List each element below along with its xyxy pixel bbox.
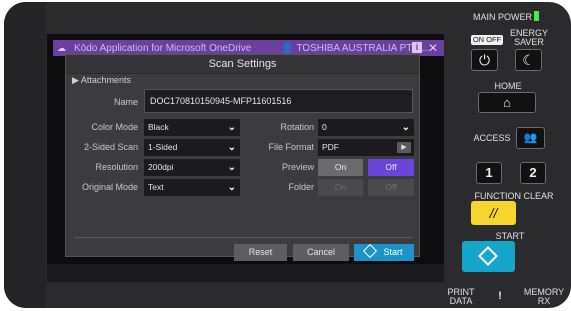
cancel-button[interactable]: Cancel — [293, 244, 349, 261]
left-bezel — [4, 2, 46, 308]
color-mode-select[interactable]: Black ⌄ — [144, 119, 240, 136]
resolution-label: Resolution — [95, 162, 138, 172]
scan-settings-dialog: Scan Settings ▶ Attachments Name DOC1708… — [65, 54, 420, 261]
folder-off-button: Off — [368, 179, 414, 196]
print-data-line2: DATA — [449, 296, 473, 306]
folder-label: Folder — [288, 182, 314, 192]
rotation-select[interactable]: 0 ⌄ — [318, 119, 414, 136]
function-clear-label: FUNCTION CLEAR — [474, 191, 554, 201]
access-button[interactable]: 👥 — [516, 127, 545, 149]
preview-on-button[interactable]: On — [318, 159, 363, 176]
power-led — [534, 11, 539, 21]
resolution-select[interactable]: 200dpi ⌄ — [144, 159, 240, 176]
file-format-label: File Format — [268, 142, 314, 152]
key-2[interactable]: 2 — [520, 162, 546, 184]
chevron-down-icon: ⌄ — [401, 122, 410, 133]
energy-saver-line2: SAVER — [514, 37, 544, 47]
chevron-down-icon: ⌄ — [227, 122, 236, 133]
energy-saver-button[interactable]: ☾ — [515, 49, 542, 71]
start-key-label: START — [495, 231, 525, 241]
clear-slash-icon: // — [489, 205, 498, 221]
print-data-label: PRINT DATA — [443, 288, 479, 306]
original-mode-label: Original Mode — [81, 182, 138, 192]
original-mode-value: Text — [148, 182, 164, 192]
close-button[interactable]: ✕ — [428, 41, 438, 55]
start-button[interactable]: Start — [354, 243, 414, 261]
chevron-down-icon: ⌄ — [227, 162, 236, 173]
user-title: 👤 TOSHIBA AUSTRALIA PTY ... — [281, 43, 430, 54]
cloud-icon: ☁ — [57, 42, 66, 53]
sided-scan-label: 2-Sided Scan — [83, 142, 138, 152]
person-icon: 👤 — [281, 42, 294, 54]
file-format-select[interactable]: PDF ▶ — [318, 139, 414, 156]
function-clear-button[interactable]: // — [471, 201, 516, 225]
power-button[interactable]: ⏻ — [471, 49, 498, 71]
info-button[interactable]: i — [412, 42, 422, 53]
power-icon: ⏻ — [478, 52, 491, 68]
home-button[interactable]: ⌂ — [478, 92, 536, 113]
main-power-label: MAIN POWER — [473, 12, 533, 22]
home-label: HOME — [494, 81, 522, 91]
resolution-value: 200dpi — [148, 162, 174, 172]
on-off-label: ON OFF — [471, 35, 503, 45]
play-icon[interactable]: ▶ — [397, 142, 411, 153]
key-1[interactable]: 1 — [476, 162, 502, 184]
memory-rx-label: MEMORY RX — [522, 288, 566, 306]
attachments-toggle[interactable]: ▶ Attachments — [72, 75, 131, 86]
start-diamond-icon — [363, 243, 378, 259]
touch-screen: ☁ Kōdo Application for Microsoft OneDriv… — [47, 34, 444, 282]
alert-label: ! — [498, 290, 502, 302]
rotation-label: Rotation — [280, 122, 314, 132]
name-label: Name — [113, 97, 138, 107]
chevron-down-icon: ⌄ — [227, 182, 236, 193]
energy-saver-label: ENERGY SAVER — [508, 29, 550, 47]
preview-label: Preview — [281, 162, 314, 172]
start-key[interactable] — [462, 241, 515, 272]
preview-off-button[interactable]: Off — [368, 159, 414, 176]
color-mode-value: Black — [148, 122, 169, 132]
file-format-value: PDF — [322, 142, 339, 152]
chevron-down-icon: ⌄ — [227, 142, 236, 153]
start-diamond-icon — [478, 246, 498, 266]
folder-on-button: On — [318, 179, 363, 196]
home-icon: ⌂ — [503, 95, 511, 110]
app-title: Kōdo Application for Microsoft OneDrive — [74, 42, 252, 54]
user-name: TOSHIBA AUSTRALIA PTY ... — [296, 42, 430, 54]
dialog-title: Scan Settings — [66, 55, 419, 74]
memory-rx-line2: RX — [537, 296, 551, 306]
rotation-value: 0 — [322, 122, 327, 132]
control-panel: MAIN POWER ON OFF ENERGY SAVER ⏻ ☾ HOME ⌂… — [440, 0, 571, 311]
screen-bottom-bar — [47, 264, 444, 282]
access-label: ACCESS — [473, 133, 511, 143]
moon-icon: ☾ — [522, 52, 535, 68]
access-users-icon: 👥 — [523, 132, 538, 144]
divider — [74, 237, 413, 238]
reset-button[interactable]: Reset — [234, 244, 287, 261]
sided-scan-select[interactable]: 1-Sided ⌄ — [144, 139, 240, 156]
start-label: Start — [383, 247, 403, 257]
name-field[interactable]: DOC170810150945-MFP11601516 — [144, 89, 413, 113]
color-mode-label: Color Mode — [91, 122, 138, 132]
sided-scan-value: 1-Sided — [148, 142, 178, 152]
original-mode-select[interactable]: Text ⌄ — [144, 179, 240, 196]
